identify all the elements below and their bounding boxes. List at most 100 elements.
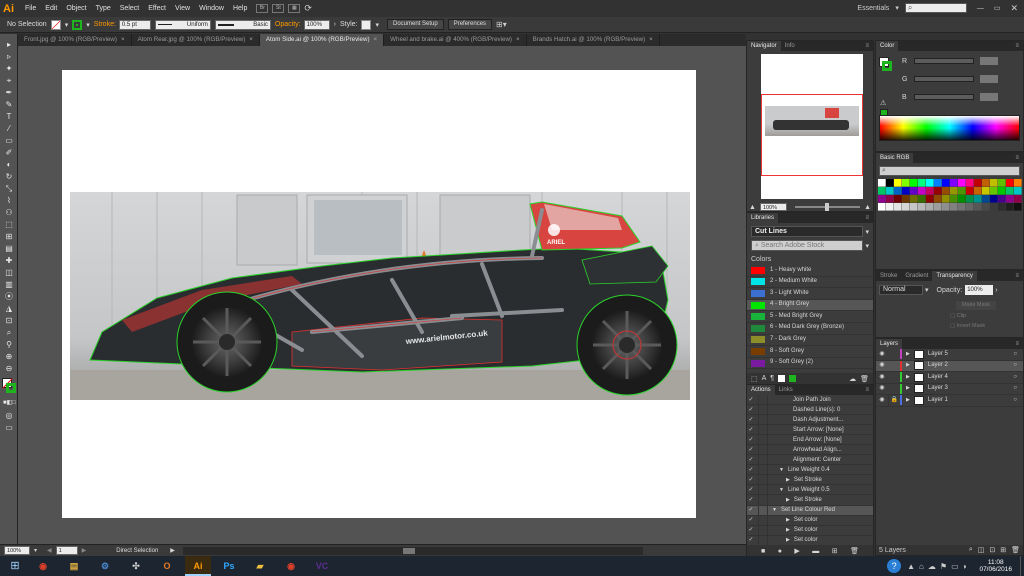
tool-icon[interactable]: ✎: [3, 99, 15, 110]
tab-actions[interactable]: Actions: [747, 385, 775, 395]
swatch-cell[interactable]: [990, 179, 998, 187]
add-graphic-icon[interactable]: ⬚: [751, 375, 758, 383]
color-mode-icon[interactable]: ■◧□: [3, 398, 16, 409]
action-item[interactable]: ✓ Join Path Join: [747, 395, 873, 406]
action-dialog-toggle[interactable]: [758, 535, 768, 545]
library-color-item[interactable]: 8 - Soft Grey: [747, 346, 873, 358]
color-menu-icon[interactable]: ≡: [1011, 41, 1023, 51]
library-color-item[interactable]: 9 - Soft Grey (2): [747, 358, 873, 370]
swatch-cell[interactable]: [926, 179, 934, 187]
swatch-cell[interactable]: [950, 179, 958, 187]
menu-file[interactable]: File: [25, 5, 36, 12]
opacity-label[interactable]: Opacity:: [275, 21, 301, 28]
library-color-item[interactable]: 1 - Heavy white: [747, 265, 873, 277]
swatch-cell[interactable]: [878, 179, 886, 187]
action-item[interactable]: ✓ ▼ Set Line Colour Red: [747, 505, 873, 516]
layer-target-icon[interactable]: ○: [1013, 349, 1017, 360]
document-tab[interactable]: Atom Rear.jpg @ 100% (RGB/Preview) ×: [132, 34, 260, 46]
swatch-cell[interactable]: [998, 203, 1006, 211]
action-expand-icon[interactable]: ▶: [786, 516, 790, 525]
layer-expand-icon[interactable]: ▶: [906, 349, 910, 360]
close-button[interactable]: ✕: [1010, 3, 1018, 14]
swatch-cell[interactable]: [982, 179, 990, 187]
layer-row[interactable]: ◉ ▶ Layer 3 ○: [876, 383, 1023, 395]
next-artboard-button[interactable]: ▶: [82, 547, 87, 554]
swatch-cell[interactable]: [990, 187, 998, 195]
status-chevron-icon[interactable]: ▶: [170, 547, 175, 554]
swatch-cell[interactable]: [1014, 195, 1022, 203]
layer-row[interactable]: ◉ ▶ Layer 5 ○: [876, 349, 1023, 361]
action-expand-icon[interactable]: ▼: [779, 485, 784, 494]
action-expand-icon[interactable]: ▶: [786, 495, 790, 504]
record-icon[interactable]: ●: [778, 548, 782, 555]
stock-search-input[interactable]: ⌕ Search Adobe Stock: [751, 240, 864, 251]
tab-links[interactable]: Links: [775, 385, 797, 395]
document-tab[interactable]: Atom Side.ai @ 100% (RGB/Preview) ×: [259, 34, 385, 46]
layer-target-icon[interactable]: ○: [1013, 384, 1017, 395]
swatch-cell[interactable]: [958, 195, 966, 203]
stroke-swatch[interactable]: [72, 19, 83, 30]
action-item[interactable]: ✓ ▶ Set color: [747, 535, 873, 546]
action-dialog-toggle[interactable]: [758, 475, 768, 485]
swatch-cell[interactable]: [934, 187, 942, 195]
tool-icon[interactable]: ⊕: [3, 351, 15, 362]
swatch-cell[interactable]: [878, 187, 886, 195]
swatch-cell[interactable]: [886, 187, 894, 195]
close-tab-icon[interactable]: ×: [516, 36, 520, 43]
start-button[interactable]: ⊞: [0, 556, 30, 576]
layer-visibility-icon[interactable]: ◉: [876, 384, 888, 395]
artboard[interactable]: www.arielmotor.co.uk ARIEL: [62, 70, 696, 518]
stock-search-chevron-icon[interactable]: ▾: [865, 242, 869, 250]
workspace-chevron-icon[interactable]: ▾: [895, 4, 899, 12]
tool-icon[interactable]: ◫: [3, 267, 15, 278]
taskbar-app-icon[interactable]: ⚙: [92, 556, 118, 576]
tool-icon[interactable]: ⚇: [3, 207, 15, 218]
swatch-cell[interactable]: [918, 187, 926, 195]
sync-icon[interactable]: ⟳: [304, 3, 312, 14]
swatch-cell[interactable]: [942, 179, 950, 187]
zoom-field[interactable]: 100%: [4, 546, 30, 555]
delete-library-item-icon[interactable]: 🗑: [860, 375, 869, 383]
new-sublayer-icon[interactable]: ⊡: [989, 546, 995, 554]
action-toggle-check-icon[interactable]: ✓: [747, 415, 755, 424]
swatch-cell[interactable]: [966, 187, 974, 195]
layer-target-icon[interactable]: ○: [1013, 361, 1017, 372]
swatch-cell[interactable]: [958, 187, 966, 195]
action-expand-icon[interactable]: ▶: [786, 475, 790, 484]
swatch-cell[interactable]: [1014, 203, 1022, 211]
clip-checkbox[interactable]: ▢ Clip: [950, 313, 966, 319]
actions-menu-icon[interactable]: ≡: [861, 385, 873, 395]
add-char-style-icon[interactable]: A: [762, 375, 767, 382]
library-color-item[interactable]: 2 - Medium White: [747, 277, 873, 289]
action-item[interactable]: ✓ ▶ Set Stroke: [747, 495, 873, 506]
clipping-mask-icon[interactable]: ◫: [978, 546, 985, 554]
layers-menu-icon[interactable]: ≡: [1011, 339, 1023, 349]
tab-stroke[interactable]: Stroke: [876, 271, 901, 281]
tool-icon[interactable]: ▥: [3, 279, 15, 290]
document-tab[interactable]: Front.jpg @ 100% (RGB/Preview) ×: [18, 34, 132, 46]
action-dialog-toggle[interactable]: [758, 445, 768, 455]
document-tab[interactable]: Brands Hatch.ai @ 100% (RGB/Preview) ×: [527, 34, 660, 46]
bridge-button[interactable]: Br: [256, 3, 269, 13]
layer-row[interactable]: ◉ ▶ Layer 4 ○: [876, 372, 1023, 384]
tool-icon[interactable]: ◮: [3, 303, 15, 314]
swatch-cell[interactable]: [1006, 187, 1014, 195]
tab-color[interactable]: Color: [876, 41, 899, 51]
action-toggle-check-icon[interactable]: ✓: [747, 405, 755, 414]
tool-icon[interactable]: ⬚: [3, 219, 15, 230]
action-toggle-check-icon[interactable]: ✓: [747, 445, 755, 454]
zoom-chevron-icon[interactable]: ▾: [34, 547, 37, 554]
action-toggle-check-icon[interactable]: ✓: [747, 485, 755, 494]
tab-layers[interactable]: Layers: [876, 339, 903, 349]
swatch-cell[interactable]: [910, 187, 918, 195]
maximize-button[interactable]: ▭: [994, 4, 1001, 12]
tool-icon[interactable]: ◐: [3, 159, 15, 170]
tray-icons[interactable]: ▲⌂☁⚑▭◗: [907, 562, 971, 571]
menu-object[interactable]: Object: [66, 5, 86, 12]
graphic-style-swatch[interactable]: [361, 19, 372, 30]
swatch-cell[interactable]: [942, 187, 950, 195]
layer-lock-icon[interactable]: 🔒: [888, 395, 900, 406]
preferences-button[interactable]: Preferences: [447, 19, 493, 30]
car-artwork[interactable]: www.arielmotor.co.uk ARIEL: [62, 70, 696, 518]
layer-expand-icon[interactable]: ▶: [906, 372, 910, 383]
